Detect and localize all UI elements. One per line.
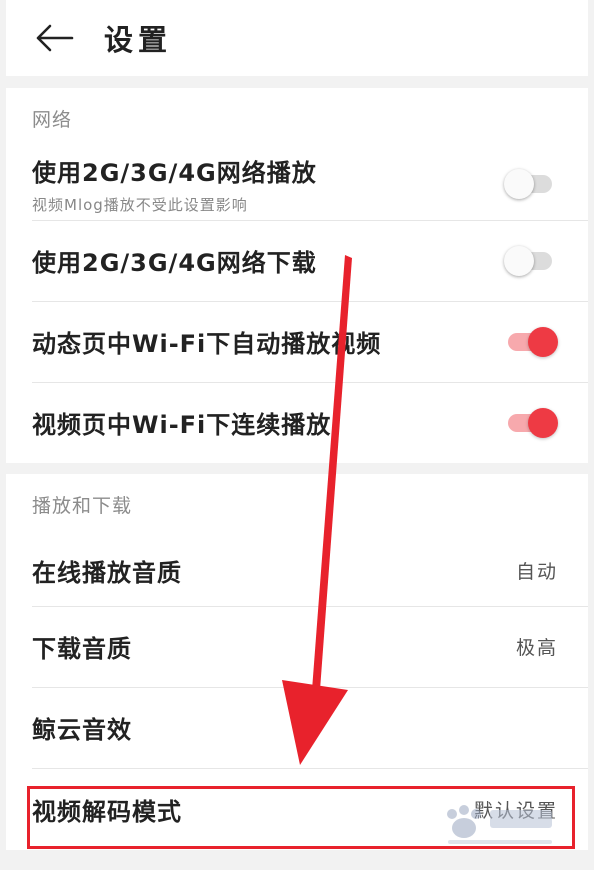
- setting-value: 极高: [515, 637, 558, 659]
- page-title: 设置: [104, 23, 173, 57]
- setting-label: 视频解码模式: [32, 797, 182, 826]
- setting-sublabel: 视频Mlog播放不受此设置影响: [32, 196, 248, 214]
- setting-row-mobile-play[interactable]: 使用2G/3G/4G网络播放 视频Mlog播放不受此设置影响: [6, 148, 588, 220]
- settings-screen: 设置 网络 使用2G/3G/4G网络播放 视频Mlog播放不受此设置影响 使用2…: [0, 0, 594, 870]
- setting-label: 下载音质: [32, 635, 132, 663]
- setting-label: 使用2G/3G/4G网络下载: [32, 249, 317, 277]
- setting-label: 动态页中Wi-Fi下自动播放视频: [32, 330, 382, 358]
- setting-row-sound-effects[interactable]: 鲸云音效: [6, 687, 588, 768]
- toggle-mobile-play[interactable]: [504, 168, 558, 200]
- setting-row-mobile-download[interactable]: 使用2G/3G/4G网络下载: [6, 220, 588, 301]
- setting-row-stream-quality[interactable]: 在线播放音质 自动: [6, 534, 588, 606]
- setting-label: 在线播放音质: [32, 558, 182, 587]
- setting-label: 使用2G/3G/4G网络播放: [32, 159, 317, 187]
- toggle-mobile-download[interactable]: [504, 245, 558, 277]
- toggle-video-continuous[interactable]: [504, 407, 558, 439]
- section-title-playback: 播放和下载: [32, 495, 133, 517]
- section-title-network: 网络: [32, 109, 73, 131]
- network-section: 网络 使用2G/3G/4G网络播放 视频Mlog播放不受此设置影响 使用2G/3…: [6, 88, 588, 463]
- setting-row-video-decoding[interactable]: 视频解码模式 默认设置: [6, 768, 588, 850]
- header-bar: 设置: [6, 0, 588, 76]
- section-divider: [6, 463, 588, 474]
- setting-label: 鲸云音效: [32, 716, 132, 744]
- setting-row-video-continuous[interactable]: 视频页中Wi-Fi下连续播放: [6, 382, 588, 463]
- setting-value: 默认设置: [473, 799, 558, 822]
- playback-section: 播放和下载 在线播放音质 自动 下载音质 极高 鲸云音效 视频解码模式 默认设置: [6, 474, 588, 850]
- setting-row-feed-autoplay[interactable]: 动态页中Wi-Fi下自动播放视频: [6, 301, 588, 382]
- setting-label: 视频页中Wi-Fi下连续播放: [32, 411, 332, 439]
- arrow-left-icon[interactable]: [34, 23, 74, 53]
- toggle-feed-autoplay[interactable]: [504, 326, 558, 358]
- setting-value: 自动: [515, 560, 558, 583]
- setting-row-download-quality[interactable]: 下载音质 极高: [6, 606, 588, 687]
- section-divider: [6, 76, 588, 88]
